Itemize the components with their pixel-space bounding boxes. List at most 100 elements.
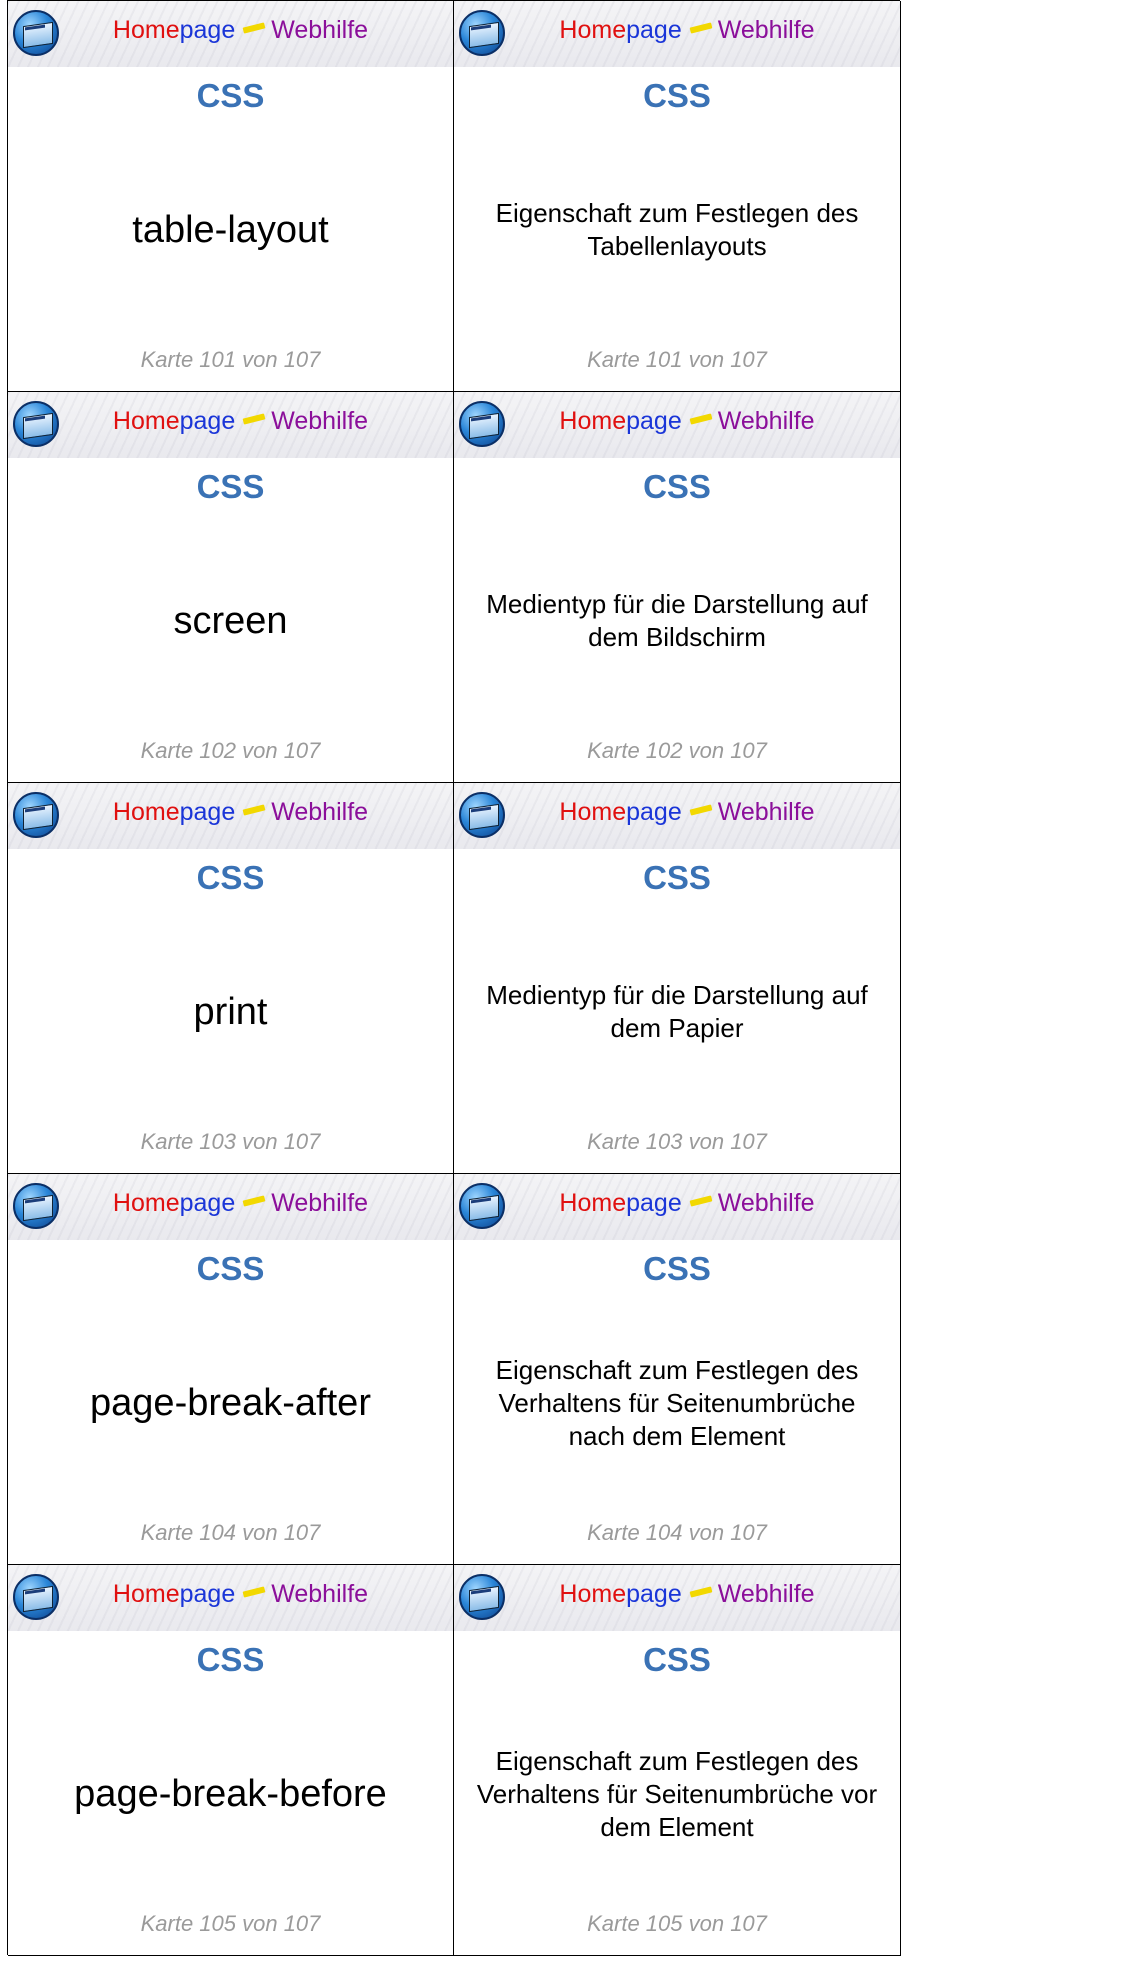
- arrow-icon: [242, 1586, 266, 1598]
- banner: Homepage Webhilfe: [454, 1174, 900, 1240]
- brand-page: page: [179, 16, 236, 44]
- brand-page: page: [626, 798, 682, 826]
- brand-home: Home: [112, 1189, 180, 1217]
- brand-page: page: [626, 16, 682, 44]
- card-back: Homepage Webhilfe CSS Medientyp für die D…: [454, 392, 901, 783]
- banner: Homepage Webhilfe: [454, 1, 900, 67]
- card-term: screen: [173, 599, 288, 642]
- brand-page: page: [179, 1580, 236, 1608]
- card-front: Homepage Webhilfe CSS table-layout Karte …: [8, 1, 454, 392]
- brand-logo: Homepage Webhilfe: [454, 1188, 900, 1218]
- card-description: Eigenschaft zum Festlegen des Verhaltens…: [476, 1745, 878, 1842]
- card-counter: Karte 101 von 107: [587, 347, 767, 372]
- flashcard-sheet: Homepage Webhilfe CSS table-layout Karte …: [7, 0, 901, 1956]
- card-counter: Karte 101 von 107: [140, 347, 321, 372]
- arrow-icon: [689, 1586, 713, 1598]
- card-term: print: [193, 990, 268, 1033]
- brand-logo: Homepage Webhilfe: [454, 1579, 900, 1609]
- arrow-icon: [689, 413, 713, 425]
- card-description: Medientyp für die Darstellung auf dem Pa…: [486, 980, 868, 1043]
- brand-web: Webhilfe: [271, 16, 369, 44]
- category-title: CSS: [196, 77, 265, 114]
- card-back: Homepage Webhilfe CSS Eigenschaft zum Fes…: [454, 1565, 901, 1956]
- card-front: Homepage Webhilfe CSS screen Karte 102 vo…: [8, 392, 454, 783]
- arrow-icon: [242, 804, 266, 816]
- card-counter: Karte 104 von 107: [587, 1520, 767, 1545]
- brand-page: page: [626, 407, 682, 435]
- brand-web: Webhilfe: [717, 407, 815, 435]
- brand-home: Home: [112, 16, 180, 44]
- category-title: CSS: [643, 77, 711, 114]
- card-back: Homepage Webhilfe CSS Eigenschaft zum Fes…: [454, 1174, 901, 1565]
- card-counter: Karte 105 von 107: [587, 1911, 767, 1936]
- brand-logo: Homepage Webhilfe: [454, 15, 900, 45]
- brand-web: Webhilfe: [271, 798, 369, 826]
- brand-logo: Homepage Webhilfe: [8, 15, 453, 45]
- brand-home: Home: [559, 16, 627, 44]
- card-term: table-layout: [132, 208, 329, 251]
- brand-home: Home: [559, 798, 627, 826]
- category-title: CSS: [643, 859, 711, 896]
- card-description: Eigenschaft zum Festlegen des Verhaltens…: [495, 1354, 859, 1451]
- brand-home: Home: [559, 407, 627, 435]
- banner: Homepage Webhilfe: [454, 1565, 900, 1631]
- arrow-icon: [689, 804, 713, 816]
- card-front: Homepage Webhilfe CSS print Karte 103 von…: [8, 783, 454, 1174]
- card-term: page-break-after: [90, 1381, 371, 1424]
- card-counter: Karte 103 von 107: [587, 1129, 767, 1154]
- card-description: Medientyp für die Darstellung auf dem Bi…: [486, 589, 868, 652]
- brand-web: Webhilfe: [717, 1189, 815, 1217]
- arrow-icon: [242, 22, 266, 34]
- brand-logo: Homepage Webhilfe: [8, 1579, 453, 1609]
- arrow-icon: [689, 1195, 713, 1207]
- card-back: Homepage Webhilfe CSS Medientyp für die D…: [454, 783, 901, 1174]
- banner: Homepage Webhilfe: [8, 1565, 453, 1631]
- category-title: CSS: [643, 1641, 711, 1678]
- arrow-icon: [242, 413, 266, 425]
- card-counter: Karte 102 von 107: [587, 738, 767, 763]
- card-counter: Karte 105 von 107: [140, 1911, 321, 1936]
- brand-logo: Homepage Webhilfe: [8, 406, 453, 436]
- arrow-icon: [689, 22, 713, 34]
- category-title: CSS: [643, 1250, 711, 1287]
- brand-home: Home: [112, 407, 180, 435]
- card-counter: Karte 102 von 107: [140, 738, 321, 763]
- card-back: Homepage Webhilfe CSS Eigenschaft zum Fes…: [454, 1, 901, 392]
- brand-web: Webhilfe: [717, 798, 815, 826]
- card-term: page-break-before: [74, 1772, 387, 1815]
- brand-page: page: [179, 407, 236, 435]
- brand-web: Webhilfe: [717, 16, 815, 44]
- brand-home: Home: [112, 798, 180, 826]
- brand-page: page: [626, 1580, 682, 1608]
- brand-home: Home: [559, 1580, 627, 1608]
- card-front: Homepage Webhilfe CSS page-break-after Ka…: [8, 1174, 454, 1565]
- category-title: CSS: [196, 468, 265, 505]
- brand-web: Webhilfe: [271, 407, 369, 435]
- banner: Homepage Webhilfe: [8, 1174, 453, 1240]
- brand-web: Webhilfe: [271, 1189, 369, 1217]
- brand-web: Webhilfe: [271, 1580, 369, 1608]
- brand-page: page: [179, 1189, 236, 1217]
- brand-home: Home: [112, 1580, 180, 1608]
- banner: Homepage Webhilfe: [454, 783, 900, 849]
- banner: Homepage Webhilfe: [8, 392, 453, 458]
- brand-logo: Homepage Webhilfe: [454, 406, 900, 436]
- banner: Homepage Webhilfe: [454, 392, 900, 458]
- category-title: CSS: [196, 1641, 265, 1678]
- card-front: Homepage Webhilfe CSS page-break-before K…: [8, 1565, 454, 1956]
- category-title: CSS: [196, 859, 265, 896]
- brand-logo: Homepage Webhilfe: [454, 797, 900, 827]
- category-title: CSS: [643, 468, 711, 505]
- card-counter: Karte 104 von 107: [140, 1520, 321, 1545]
- brand-logo: Homepage Webhilfe: [8, 797, 453, 827]
- brand-page: page: [179, 798, 236, 826]
- brand-page: page: [626, 1189, 682, 1217]
- brand-web: Webhilfe: [717, 1580, 815, 1608]
- brand-logo: Homepage Webhilfe: [8, 1188, 453, 1218]
- banner: Homepage Webhilfe: [8, 1, 453, 67]
- card-description: Eigenschaft zum Festlegen des Tabellenla…: [495, 198, 859, 261]
- brand-home: Home: [559, 1189, 627, 1217]
- category-title: CSS: [196, 1250, 265, 1287]
- card-counter: Karte 103 von 107: [140, 1129, 321, 1154]
- banner: Homepage Webhilfe: [8, 783, 453, 849]
